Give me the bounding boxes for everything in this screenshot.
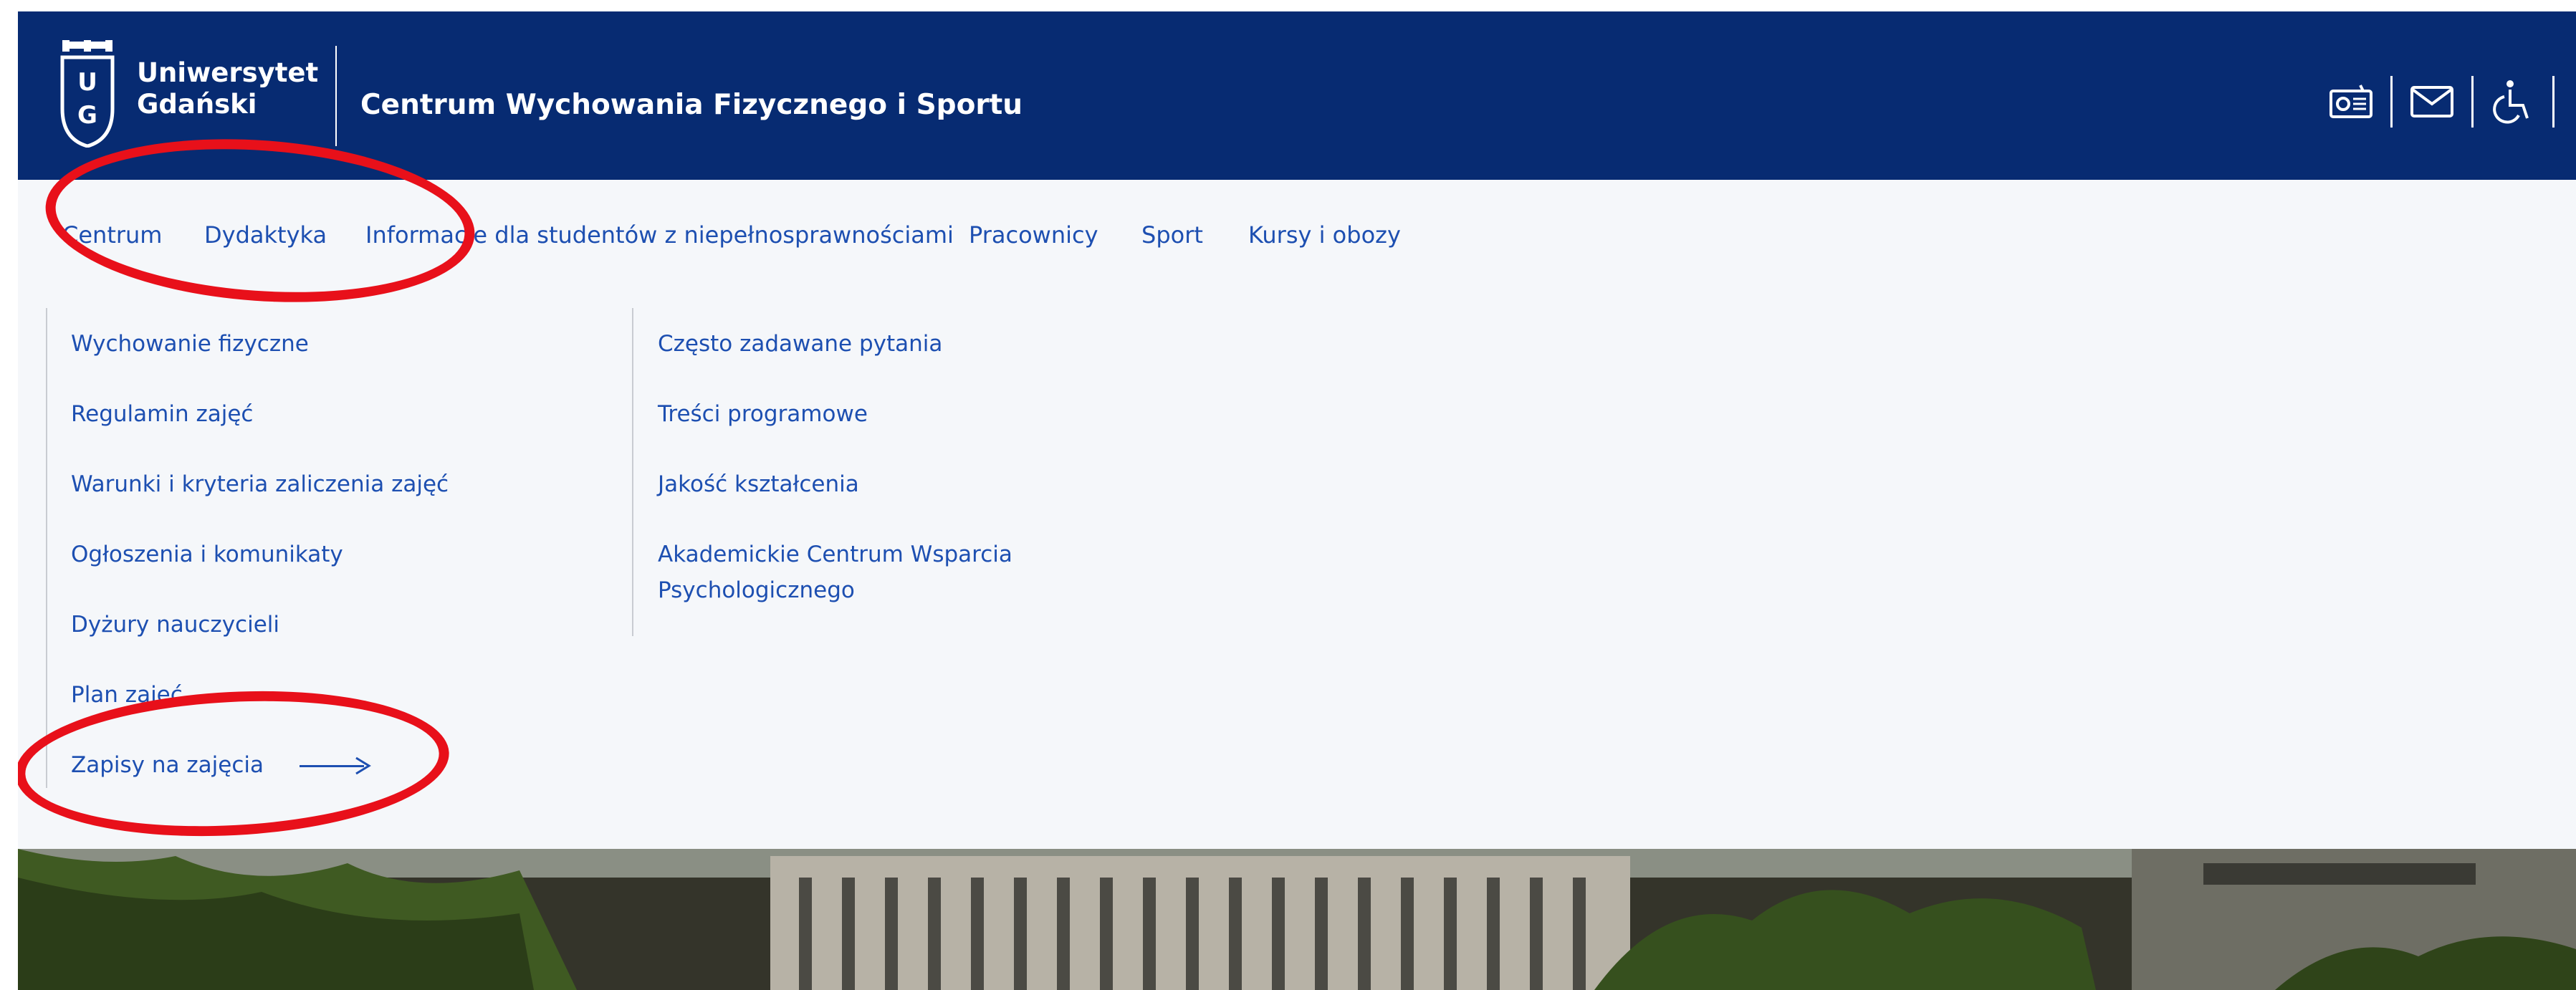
utility-icons bbox=[2312, 73, 2576, 130]
university-name[interactable]: Uniwersytet Gdański bbox=[137, 57, 318, 120]
svg-text:G: G bbox=[77, 101, 97, 130]
accessibility-icon[interactable] bbox=[2474, 73, 2552, 130]
site-title[interactable]: Centrum Wychowania Fizycznego i Sportu bbox=[360, 89, 1023, 121]
nav-item-kursy[interactable]: Kursy i obozy bbox=[1248, 221, 1401, 249]
svg-text:U: U bbox=[77, 68, 97, 97]
submenu-link-dyzury[interactable]: Dyżury nauczycieli bbox=[71, 607, 279, 642]
submenu-link-acwp-line2[interactable]: Psychologicznego bbox=[658, 573, 855, 607]
submenu-col2-border bbox=[632, 308, 633, 636]
submenu-link-jakosc[interactable]: Jakość kształcenia bbox=[658, 467, 859, 501]
submenu-link-ogloszenia[interactable]: Ogłoszenia i komunikaty bbox=[71, 537, 343, 572]
mail-icon[interactable] bbox=[2393, 73, 2471, 130]
submenu-link-faq[interactable]: Często zadawane pytania bbox=[658, 327, 942, 361]
header-divider bbox=[335, 46, 337, 146]
university-crest-icon[interactable]: U G bbox=[58, 40, 117, 148]
nav-item-sport[interactable]: Sport bbox=[1141, 221, 1203, 249]
site-header: U G Uniwersytet Gdański Centrum Wychowan… bbox=[18, 11, 2576, 180]
submenu-link-wychowanie[interactable]: Wychowanie fizyczne bbox=[71, 327, 309, 361]
campus-photo bbox=[18, 849, 2576, 990]
university-name-line2: Gdański bbox=[137, 89, 257, 120]
radio-icon[interactable] bbox=[2312, 73, 2390, 130]
submenu-link-acwp[interactable]: Akademickie Centrum Wsparcia bbox=[658, 537, 1012, 572]
page-frame: U G Uniwersytet Gdański Centrum Wychowan… bbox=[18, 11, 2576, 990]
submenu-link-tresci[interactable]: Treści programowe bbox=[658, 397, 868, 431]
nav-item-pracownicy[interactable]: Pracownicy bbox=[969, 221, 1098, 249]
submenu-link-warunki[interactable]: Warunki i kryteria zaliczenia zajęć bbox=[71, 467, 449, 501]
university-name-line1: Uniwersytet bbox=[137, 57, 319, 88]
submenu-link-regulamin[interactable]: Regulamin zajęć bbox=[71, 397, 253, 431]
utility-separator bbox=[2552, 76, 2555, 128]
submenu-col1-border bbox=[46, 308, 47, 788]
